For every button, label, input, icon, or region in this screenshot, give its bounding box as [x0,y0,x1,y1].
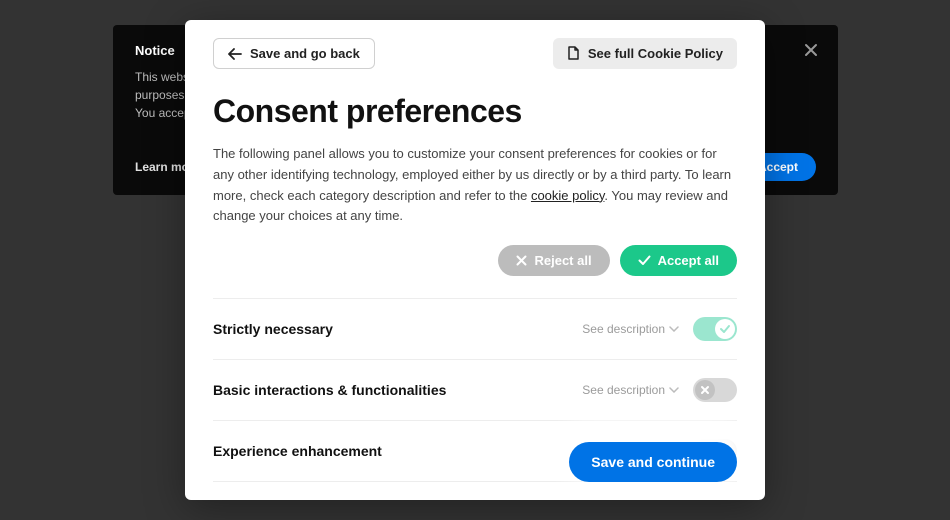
see-description-toggle[interactable]: See description [582,322,679,336]
save-continue-button[interactable]: Save and continue [569,442,737,482]
x-icon [516,255,527,266]
cookie-policy-link[interactable]: cookie policy [531,188,604,203]
category-name: Basic interactions & functionalities [213,382,446,398]
reject-all-button[interactable]: Reject all [498,245,609,276]
category-name: Experience enhancement [213,443,382,459]
intro-text: The following panel allows you to custom… [213,144,737,227]
accept-all-button[interactable]: Accept all [620,245,737,276]
consent-modal: Save and go back See full Cookie Policy … [185,20,765,500]
category-name: Strictly necessary [213,321,333,337]
chevron-down-icon [669,387,679,393]
category-row-analytics: Analytics [213,482,737,500]
chevron-down-icon [669,326,679,332]
check-icon [638,255,651,266]
modal-scroll[interactable]: Save and go back See full Cookie Policy … [185,20,765,500]
reject-label: Reject all [534,253,591,268]
close-icon[interactable] [804,43,818,57]
arrow-left-icon [228,48,242,60]
policy-label: See full Cookie Policy [588,46,723,61]
toggle-strictly-necessary [693,317,737,341]
toggle-basic-interactions[interactable] [693,378,737,402]
document-icon [567,46,580,61]
save-go-back-button[interactable]: Save and go back [213,38,375,69]
accept-label: Accept all [658,253,719,268]
page-title: Consent preferences [213,93,737,130]
back-label: Save and go back [250,46,360,61]
category-row-strictly-necessary: Strictly necessary See description [213,299,737,360]
see-description-toggle[interactable]: See description [582,383,679,397]
cookie-policy-button[interactable]: See full Cookie Policy [553,38,737,69]
category-row-basic-interactions: Basic interactions & functionalities See… [213,360,737,421]
